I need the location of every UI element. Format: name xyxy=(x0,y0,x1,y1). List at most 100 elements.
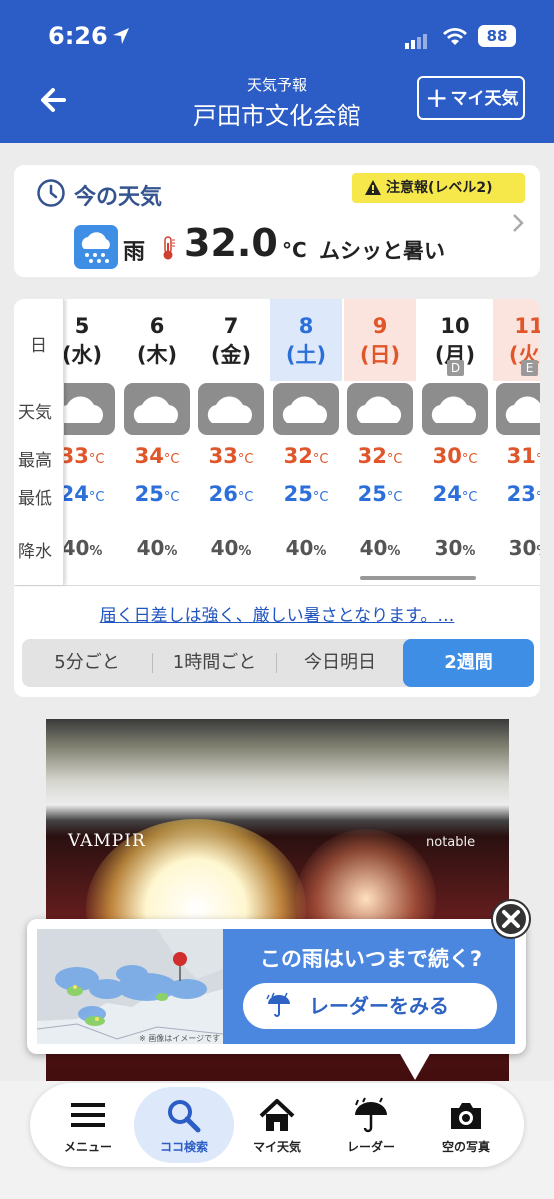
ad-brand-left: VAMPIR xyxy=(68,831,146,851)
view-radar-label: レーダーをみる xyxy=(309,994,449,1018)
day-weekday: (木) xyxy=(136,343,178,367)
high-temp-value: 31 xyxy=(506,444,536,468)
wifi-icon xyxy=(443,28,467,45)
forecast-card: 5 (水) 33°C 24°C 40% 6 (木) 34°C 25°C 40% 7 (金) 33°C 26… xyxy=(14,299,540,697)
radar-promo-popup[interactable]: ※ 画像はイメージです この雨はいつまで続く? レーダーをみる xyxy=(27,919,526,1080)
low-temp: 25°C xyxy=(121,482,193,506)
battery-indicator: 88 xyxy=(478,25,516,47)
high-temp-value: 33 xyxy=(208,444,238,468)
precip-unit: % xyxy=(313,544,327,559)
thermometer-icon xyxy=(163,236,175,260)
row-label-high: 最高 xyxy=(18,451,52,471)
precip-value: 40 xyxy=(136,536,165,560)
location-arrow-icon xyxy=(113,28,129,44)
chevron-right-icon xyxy=(513,214,524,232)
popup-banner[interactable]: ※ 画像はイメージです この雨はいつまで続く? レーダーをみる xyxy=(37,929,515,1044)
day-weekday: (日) xyxy=(359,343,401,367)
forecast-day-column[interactable]: 9 (日) 32°C 25°C 40% xyxy=(344,299,416,585)
nav-radar[interactable]: レーダー xyxy=(321,1087,421,1163)
day-number: 7 xyxy=(223,314,239,338)
high-temp-unit: °C xyxy=(312,452,329,467)
nav-menu[interactable]: メニュー xyxy=(38,1087,138,1163)
day-weekday: (金) xyxy=(210,343,252,367)
day-weekday: (土) xyxy=(285,343,327,367)
nav-my-weather[interactable]: マイ天気 xyxy=(227,1087,327,1163)
view-radar-button[interactable]: レーダーをみる xyxy=(243,983,497,1029)
forecast-message-link[interactable]: 届く日差しは強く、厳しい暑さとなります。… xyxy=(14,601,540,626)
low-temp-value: 25 xyxy=(134,482,164,506)
low-temp-value: 25 xyxy=(283,482,313,506)
nav-sky-photos-label: 空の写真 xyxy=(441,1140,490,1154)
precip-unit: % xyxy=(462,544,476,559)
low-temp-value: 25 xyxy=(357,482,387,506)
close-icon[interactable] xyxy=(490,898,532,940)
alert-label: 注意報(レベル2) xyxy=(386,180,493,196)
divider xyxy=(14,585,540,586)
tab-5min[interactable]: 5分ごと xyxy=(22,639,152,687)
umbrella-rain-icon xyxy=(266,992,290,1017)
high-temp-unit: °C xyxy=(163,452,180,467)
high-temp-unit: °C xyxy=(237,452,254,467)
low-temp-unit: °C xyxy=(312,490,329,505)
nav-search[interactable]: ココ検索 xyxy=(134,1087,234,1163)
alert-badge[interactable]: 注意報(レベル2) xyxy=(352,173,525,203)
horizontal-scrollbar[interactable] xyxy=(360,576,476,580)
current-weather-title: 今の天気 xyxy=(74,185,163,210)
rain-cloud-icon xyxy=(74,225,118,269)
precip-chance: 30% xyxy=(493,536,540,560)
cloudy-icon xyxy=(273,383,339,435)
high-temp: 32°C xyxy=(344,444,416,468)
nav-sky-photos[interactable]: 空の写真 xyxy=(416,1087,516,1163)
day-number: 10 xyxy=(440,314,470,338)
low-temp-unit: °C xyxy=(237,490,254,505)
tab-2weeks[interactable]: 2週間 xyxy=(403,639,534,687)
precip-chance: 40% xyxy=(344,536,416,560)
interval-tabs: 5分ごと 1時間ごと 今日明日 2週間 xyxy=(22,639,534,687)
search-icon xyxy=(168,1100,201,1133)
status-time: 6:26 xyxy=(48,22,108,50)
precip-chance: 40% xyxy=(195,536,267,560)
low-temp: 25°C xyxy=(344,482,416,506)
day-number: 11 xyxy=(514,314,540,338)
ad-brand-right: notable xyxy=(426,835,476,850)
row-label-low: 最低 xyxy=(18,489,52,509)
high-temp: 32°C xyxy=(270,444,342,468)
nav-menu-label: メニュー xyxy=(63,1140,112,1154)
current-weather-card[interactable]: 今の天気 注意報(レベル2) 雨 32.0 °C ムシッと暑い xyxy=(14,165,540,277)
low-temp-unit: °C xyxy=(88,490,105,505)
current-condition: 雨 xyxy=(123,240,146,265)
low-temp: 24°C xyxy=(419,482,491,506)
tab-today-tomorrow[interactable]: 今日明日 xyxy=(277,639,403,687)
precip-unit: % xyxy=(387,544,401,559)
row-label-precip: 降水 xyxy=(18,542,52,562)
high-temp-unit: °C xyxy=(88,452,105,467)
precip-value: 40 xyxy=(61,536,90,560)
low-temp-value: 23 xyxy=(506,482,536,506)
cloudy-icon xyxy=(198,383,264,435)
high-temp-value: 34 xyxy=(134,444,164,468)
add-my-weather-button[interactable]: + マイ天気 xyxy=(417,76,525,120)
current-description: ムシッと暑い xyxy=(319,239,445,263)
precip-value: 40 xyxy=(359,536,388,560)
cloudy-icon xyxy=(496,383,540,435)
temperature-unit: °C xyxy=(282,238,307,262)
forecast-day-column[interactable]: 6 (木) 34°C 25°C 40% xyxy=(121,299,193,585)
home-icon xyxy=(259,1099,295,1131)
precip-chance: 40% xyxy=(270,536,342,560)
popup-question: この雨はいつまで続く? xyxy=(259,947,483,971)
day-number: 8 xyxy=(298,314,314,338)
low-temp-value: 26 xyxy=(208,482,238,506)
precip-unit: % xyxy=(164,544,178,559)
precip-value: 40 xyxy=(210,536,239,560)
forecast-day-column[interactable]: 10 (月) D 30°C 24°C 30% xyxy=(419,299,491,585)
map-caption: ※ 画像はイメージです xyxy=(139,1034,221,1043)
forecast-day-column[interactable]: 7 (金) 33°C 26°C 40% xyxy=(195,299,267,585)
tab-hourly[interactable]: 1時間ごと xyxy=(153,639,276,687)
low-temp: 25°C xyxy=(270,482,342,506)
cloudy-icon xyxy=(422,383,488,435)
forecast-day-column[interactable]: 8 (土) 32°C 25°C 40% xyxy=(270,299,342,585)
low-temp: 23°C xyxy=(493,482,540,506)
row-label-day: 日 xyxy=(30,336,47,356)
umbrella-radar-icon xyxy=(355,1097,387,1133)
forecast-day-column[interactable]: 11(火)E31°C23°C30% xyxy=(493,299,540,585)
